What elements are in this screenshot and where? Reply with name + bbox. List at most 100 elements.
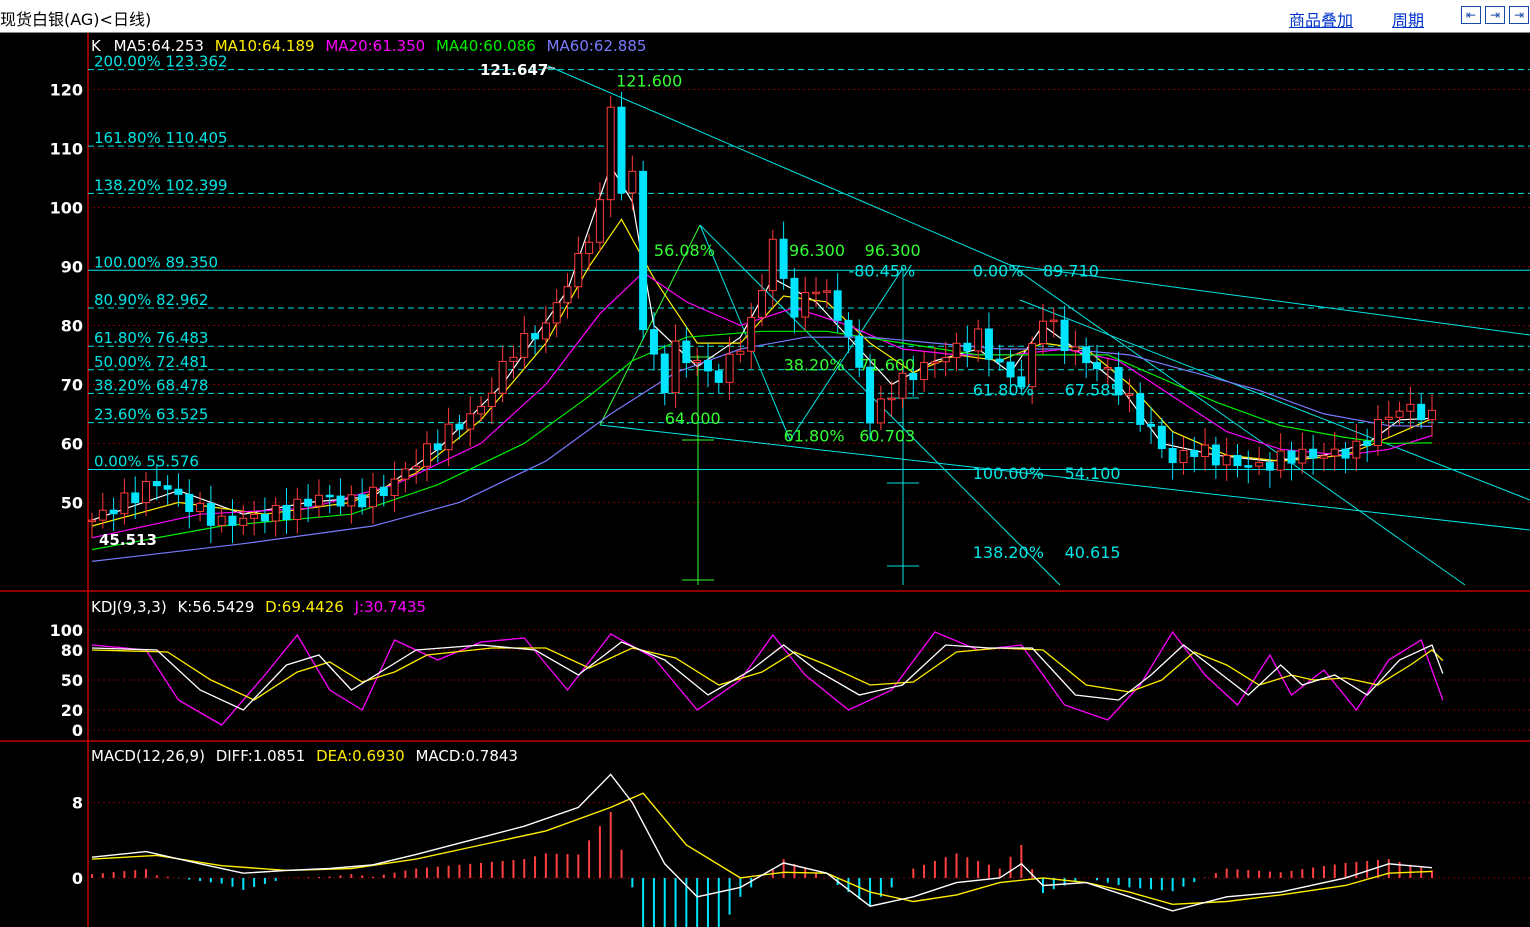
candle-body[interactable] bbox=[152, 481, 161, 487]
candle-body[interactable] bbox=[250, 513, 259, 519]
candle-body[interactable] bbox=[358, 494, 367, 508]
candle-body[interactable] bbox=[1341, 448, 1350, 459]
candle-body[interactable] bbox=[736, 350, 745, 355]
candle-body[interactable] bbox=[228, 515, 237, 526]
candle-body[interactable] bbox=[1038, 320, 1047, 345]
candle-body[interactable] bbox=[1395, 410, 1404, 418]
candle-body[interactable] bbox=[1384, 416, 1393, 420]
candle-body[interactable] bbox=[1287, 450, 1296, 464]
candlesticks[interactable] bbox=[88, 92, 1436, 543]
candle-body[interactable] bbox=[325, 494, 334, 498]
candle-body[interactable] bbox=[866, 366, 875, 424]
candle-body[interactable] bbox=[1265, 462, 1274, 471]
candle-body[interactable] bbox=[498, 360, 507, 394]
candle-body[interactable] bbox=[941, 357, 950, 363]
candle-body[interactable] bbox=[379, 486, 388, 497]
candle-body[interactable] bbox=[963, 342, 972, 352]
candle-body[interactable] bbox=[617, 106, 626, 194]
candle-body[interactable] bbox=[217, 515, 226, 526]
candle-body[interactable] bbox=[120, 492, 129, 515]
candle-body[interactable] bbox=[520, 333, 529, 358]
candle-body[interactable] bbox=[88, 519, 96, 523]
candle-body[interactable] bbox=[1006, 361, 1015, 378]
arrow-left-icon[interactable]: ⇤ bbox=[1461, 6, 1481, 24]
candle-body[interactable] bbox=[703, 360, 712, 372]
candle-body[interactable] bbox=[433, 443, 442, 451]
candle-body[interactable] bbox=[876, 398, 885, 424]
candle-body[interactable] bbox=[196, 502, 205, 512]
candle-body[interactable] bbox=[984, 328, 993, 360]
candle-body[interactable] bbox=[1373, 418, 1382, 446]
candle-body[interactable] bbox=[812, 291, 821, 295]
candle-body[interactable] bbox=[649, 329, 658, 355]
candle-body[interactable] bbox=[1136, 393, 1145, 425]
candle-body[interactable] bbox=[747, 316, 756, 352]
candle-body[interactable] bbox=[995, 358, 1004, 363]
candle-body[interactable] bbox=[563, 286, 572, 304]
candle-body[interactable] bbox=[628, 170, 637, 194]
candle-body[interactable] bbox=[347, 494, 356, 507]
candle-body[interactable] bbox=[1330, 448, 1339, 457]
candle-body[interactable] bbox=[271, 504, 280, 522]
candle-body[interactable] bbox=[487, 392, 496, 407]
arrow-end-icon[interactable]: ⇥ bbox=[1509, 6, 1529, 24]
candle-body[interactable] bbox=[887, 397, 896, 401]
candle-body[interactable] bbox=[693, 360, 702, 364]
candle-body[interactable] bbox=[304, 498, 313, 507]
candle-body[interactable] bbox=[660, 353, 669, 394]
candle-body[interactable] bbox=[790, 277, 799, 318]
candle-body[interactable] bbox=[336, 495, 345, 507]
candle-body[interactable] bbox=[768, 238, 777, 292]
commodity-overlay-link[interactable]: 商品叠加 bbox=[1289, 7, 1353, 31]
trend-line[interactable] bbox=[1009, 264, 1466, 586]
candle-body[interactable] bbox=[1244, 465, 1253, 468]
candle-body[interactable] bbox=[833, 290, 842, 321]
candle-body[interactable] bbox=[444, 423, 453, 451]
candle-body[interactable] bbox=[1147, 423, 1156, 427]
candle-body[interactable] bbox=[401, 468, 410, 480]
candle-body[interactable] bbox=[1071, 346, 1080, 351]
candle-body[interactable] bbox=[1060, 319, 1069, 351]
candle-body[interactable] bbox=[174, 488, 183, 495]
candle-body[interactable] bbox=[163, 485, 172, 490]
candle-body[interactable] bbox=[974, 328, 983, 352]
candle-body[interactable] bbox=[552, 302, 561, 324]
candle-body[interactable] bbox=[293, 498, 302, 520]
candle-body[interactable] bbox=[844, 319, 853, 337]
candle-body[interactable] bbox=[466, 413, 475, 430]
candle-body[interactable] bbox=[1125, 393, 1134, 396]
candle-body[interactable] bbox=[477, 405, 486, 415]
candle-body[interactable] bbox=[1190, 449, 1199, 458]
candle-body[interactable] bbox=[142, 481, 151, 504]
candle-body[interactable] bbox=[930, 361, 939, 364]
candle-body[interactable] bbox=[639, 170, 648, 331]
chart-area[interactable]: 200.00% 123.362 161.80% 110.405 138.20% 10… bbox=[0, 33, 1530, 927]
candle-body[interactable] bbox=[1276, 450, 1285, 471]
candle-body[interactable] bbox=[779, 238, 788, 279]
candle-body[interactable] bbox=[725, 353, 734, 383]
candle-body[interactable] bbox=[282, 504, 291, 520]
candle-body[interactable] bbox=[1298, 448, 1307, 464]
candle-body[interactable] bbox=[1428, 409, 1436, 421]
candle-body[interactable] bbox=[1211, 444, 1220, 466]
candle-body[interactable] bbox=[1093, 362, 1101, 370]
candle-body[interactable] bbox=[758, 290, 766, 318]
candle-body[interactable] bbox=[1233, 454, 1242, 467]
candle-body[interactable] bbox=[1168, 448, 1177, 464]
candle-body[interactable] bbox=[1352, 440, 1361, 459]
candle-body[interactable] bbox=[314, 494, 323, 507]
candle-body[interactable] bbox=[412, 465, 421, 470]
candle-body[interactable] bbox=[671, 340, 680, 394]
candle-body[interactable] bbox=[801, 292, 810, 318]
candle-body[interactable] bbox=[952, 342, 961, 359]
candle-body[interactable] bbox=[541, 322, 550, 340]
candle-body[interactable] bbox=[368, 486, 377, 508]
candle-body[interactable] bbox=[390, 478, 399, 497]
candle-body[interactable] bbox=[131, 492, 140, 504]
trend-line[interactable] bbox=[547, 65, 1011, 266]
candle-body[interactable] bbox=[1417, 403, 1426, 421]
candle-body[interactable] bbox=[1319, 455, 1328, 459]
candle-body[interactable] bbox=[1103, 367, 1112, 370]
candle-body[interactable] bbox=[423, 443, 431, 467]
candle-body[interactable] bbox=[509, 356, 518, 362]
